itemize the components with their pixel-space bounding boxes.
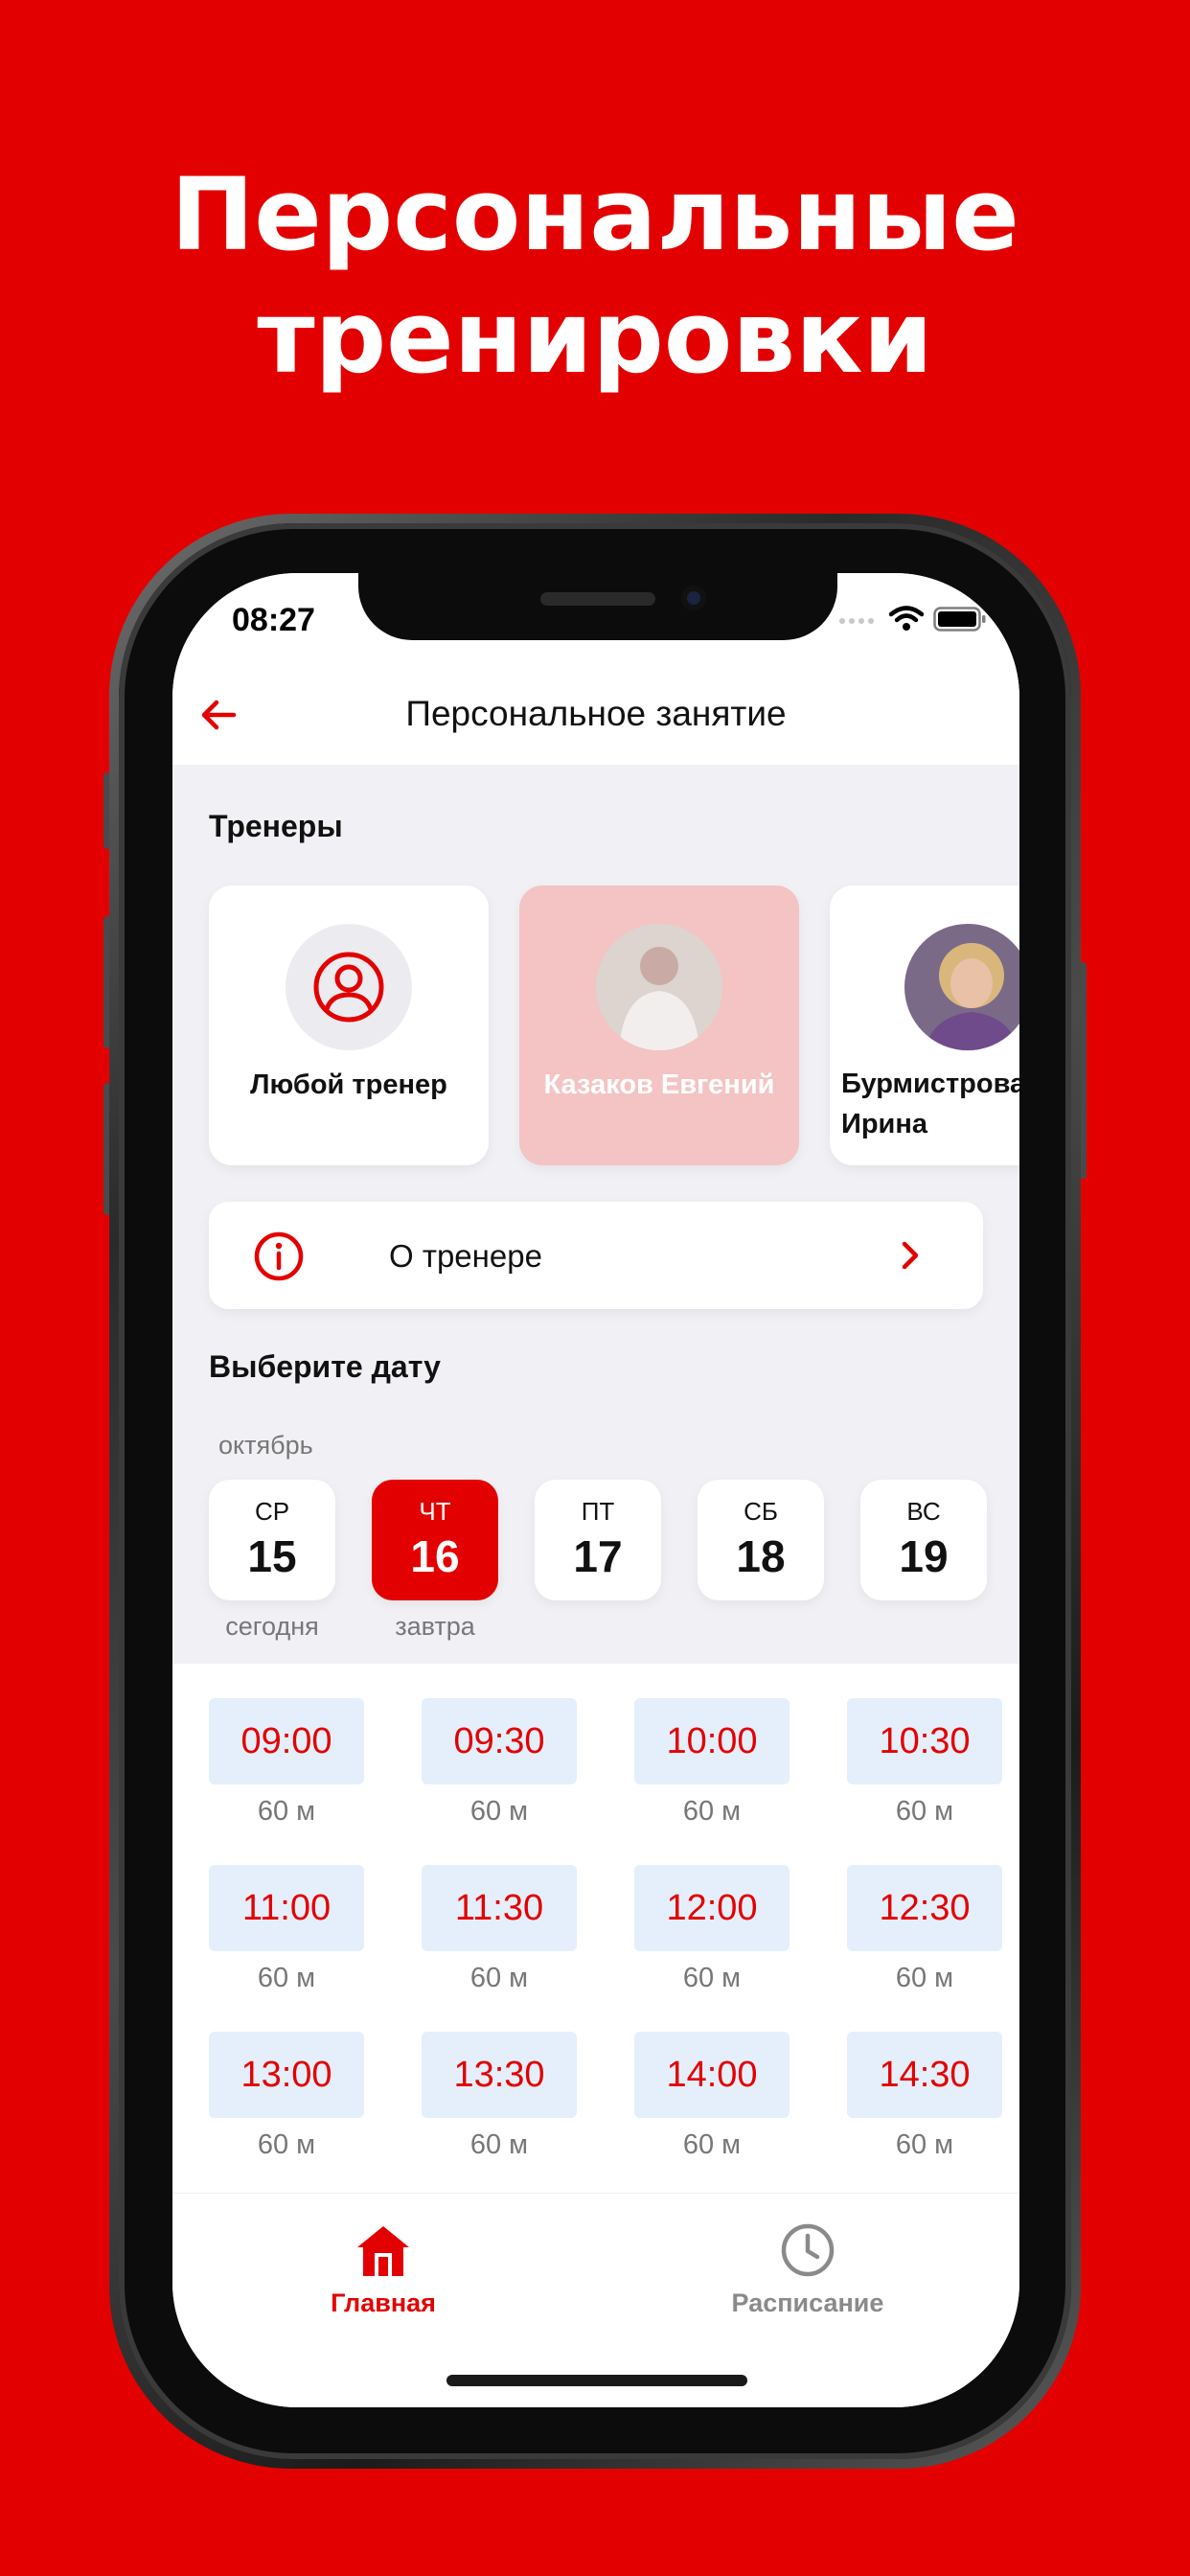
time-slot[interactable]: 14:00 60 м: [634, 2032, 790, 2161]
nav-bar: Персональное занятие: [172, 665, 1019, 765]
slot-time: 11:30: [422, 1865, 577, 1951]
slot-duration: 60 м: [469, 2129, 529, 2160]
day-card[interactable]: ВС 19: [860, 1480, 987, 1600]
trainer-card-kazakov[interactable]: Казаков Евгений: [519, 886, 799, 1165]
info-icon: [254, 1231, 304, 1281]
speaker-grille: [540, 592, 655, 606]
phone-notch: [358, 573, 837, 640]
avatar: [286, 924, 412, 1050]
slot-time: 09:00: [209, 1698, 364, 1784]
day-number: 19: [899, 1531, 949, 1581]
day-card[interactable]: СР 15: [209, 1480, 335, 1600]
avatar: [596, 924, 722, 1050]
date-section-title: Выберите дату: [209, 1349, 441, 1384]
time-slot[interactable]: 12:30 60 м: [847, 1865, 1002, 1994]
day-of-week: ЧТ: [419, 1497, 451, 1526]
slot-duration: 60 м: [469, 1963, 529, 1993]
time-slot[interactable]: 10:00 60 м: [634, 1698, 790, 1828]
day-caption: сегодня: [225, 1612, 319, 1641]
day-number: 18: [736, 1531, 786, 1581]
slot-duration: 60 м: [895, 1963, 954, 1993]
slot-duration: 60 м: [469, 1796, 529, 1827]
headline-line-2: тренировки: [257, 279, 933, 396]
time-slot[interactable]: 13:00 60 м: [209, 2032, 364, 2161]
day-of-week: ВС: [906, 1497, 941, 1526]
user-icon: [313, 952, 384, 1023]
slot-duration: 60 м: [895, 1796, 954, 1827]
trainers-section-title: Тренеры: [209, 809, 343, 843]
day-number: 15: [247, 1531, 297, 1581]
status-icons: [837, 606, 987, 632]
time-slot[interactable]: 09:00 60 м: [209, 1698, 364, 1828]
headline-line-1: Персональные: [171, 156, 1019, 273]
slot-time: 09:30: [422, 1698, 577, 1784]
chevron-right-icon: [902, 1241, 919, 1270]
time-slot[interactable]: 12:00 60 м: [634, 1865, 790, 1994]
home-icon: [357, 2226, 409, 2276]
day-number: 17: [573, 1531, 623, 1581]
trainer-name-line-1: Бурмистрова: [841, 1069, 1019, 1099]
time-slot[interactable]: 13:30 60 м: [422, 2032, 577, 2161]
home-indicator: [446, 2375, 747, 2386]
clock-icon: [781, 2223, 835, 2277]
trainer-photo: [904, 924, 1019, 1050]
slot-time: 10:00: [634, 1698, 790, 1784]
day-of-week: СБ: [744, 1497, 778, 1526]
trainer-photo: [596, 924, 722, 1050]
slot-duration: 60 м: [257, 1963, 316, 1993]
wifi-icon: [889, 606, 924, 631]
about-trainer-row[interactable]: О тренере: [209, 1202, 983, 1309]
slot-time: 13:30: [422, 2032, 577, 2118]
trainer-name-line-2: Ирина: [841, 1109, 928, 1139]
time-slot[interactable]: 14:30 60 м: [847, 2032, 1002, 2161]
time-slot[interactable]: 11:30 60 м: [422, 1865, 577, 1994]
day-card-selected[interactable]: ЧТ 16: [372, 1480, 498, 1600]
promo-headline: Персональные тренировки: [0, 153, 1190, 399]
slot-duration: 60 м: [682, 2129, 742, 2160]
page-title: Персональное занятие: [405, 694, 787, 733]
day-of-week: СР: [254, 1497, 290, 1526]
slot-time: 12:30: [847, 1865, 1002, 1951]
trainer-name: Бурмистрова Ирина: [841, 1064, 1019, 1144]
trainer-card-burmistrova[interactable]: Бурмистрова Ирина: [830, 886, 1019, 1165]
day-of-week: ПТ: [581, 1497, 615, 1526]
slot-time: 11:00: [209, 1865, 364, 1951]
slot-time: 13:00: [209, 2032, 364, 2118]
trainer-name: Казаков Евгений: [543, 1070, 775, 1100]
battery-icon: [933, 607, 986, 632]
day-card[interactable]: СБ 18: [698, 1480, 824, 1600]
slot-duration: 60 м: [682, 1796, 742, 1827]
about-trainer-label: О тренере: [389, 1238, 542, 1274]
slot-duration: 60 м: [257, 1796, 316, 1827]
phone-screen: 08:27 Персональное занятие Тренеры Любой…: [172, 573, 1019, 2407]
tab-schedule[interactable]: Расписание: [693, 2222, 923, 2318]
time-slots-grid: 09:00 60 м 09:30 60 м 10:00 60 м 10:30 6…: [172, 1664, 1019, 2193]
slot-time: 14:00: [634, 2032, 790, 2118]
camera-icon: [681, 586, 706, 610]
time-slot[interactable]: 09:30 60 м: [422, 1698, 577, 1828]
trainer-card-any[interactable]: Любой тренер: [209, 886, 489, 1165]
slot-duration: 60 м: [682, 1963, 742, 1993]
slot-duration: 60 м: [257, 2129, 316, 2160]
tab-label: Главная: [331, 2288, 436, 2317]
avatar: [904, 924, 1019, 1050]
time-slot[interactable]: 11:00 60 м: [209, 1865, 364, 1994]
slot-duration: 60 м: [895, 2129, 954, 2160]
slot-time: 10:30: [847, 1698, 1002, 1784]
time-slot[interactable]: 10:30 60 м: [847, 1698, 1002, 1828]
tab-home[interactable]: Главная: [268, 2222, 498, 2318]
day-caption: завтра: [395, 1612, 475, 1641]
status-time: 08:27: [232, 602, 315, 638]
tab-label: Расписание: [731, 2288, 884, 2317]
slot-time: 12:00: [634, 1865, 790, 1951]
day-number: 16: [410, 1531, 460, 1581]
month-label: октябрь: [218, 1431, 313, 1460]
slot-time: 14:30: [847, 2032, 1002, 2118]
signal-icon: [839, 618, 874, 624]
trainer-name: Любой тренер: [250, 1070, 447, 1100]
day-card[interactable]: ПТ 17: [535, 1480, 661, 1600]
